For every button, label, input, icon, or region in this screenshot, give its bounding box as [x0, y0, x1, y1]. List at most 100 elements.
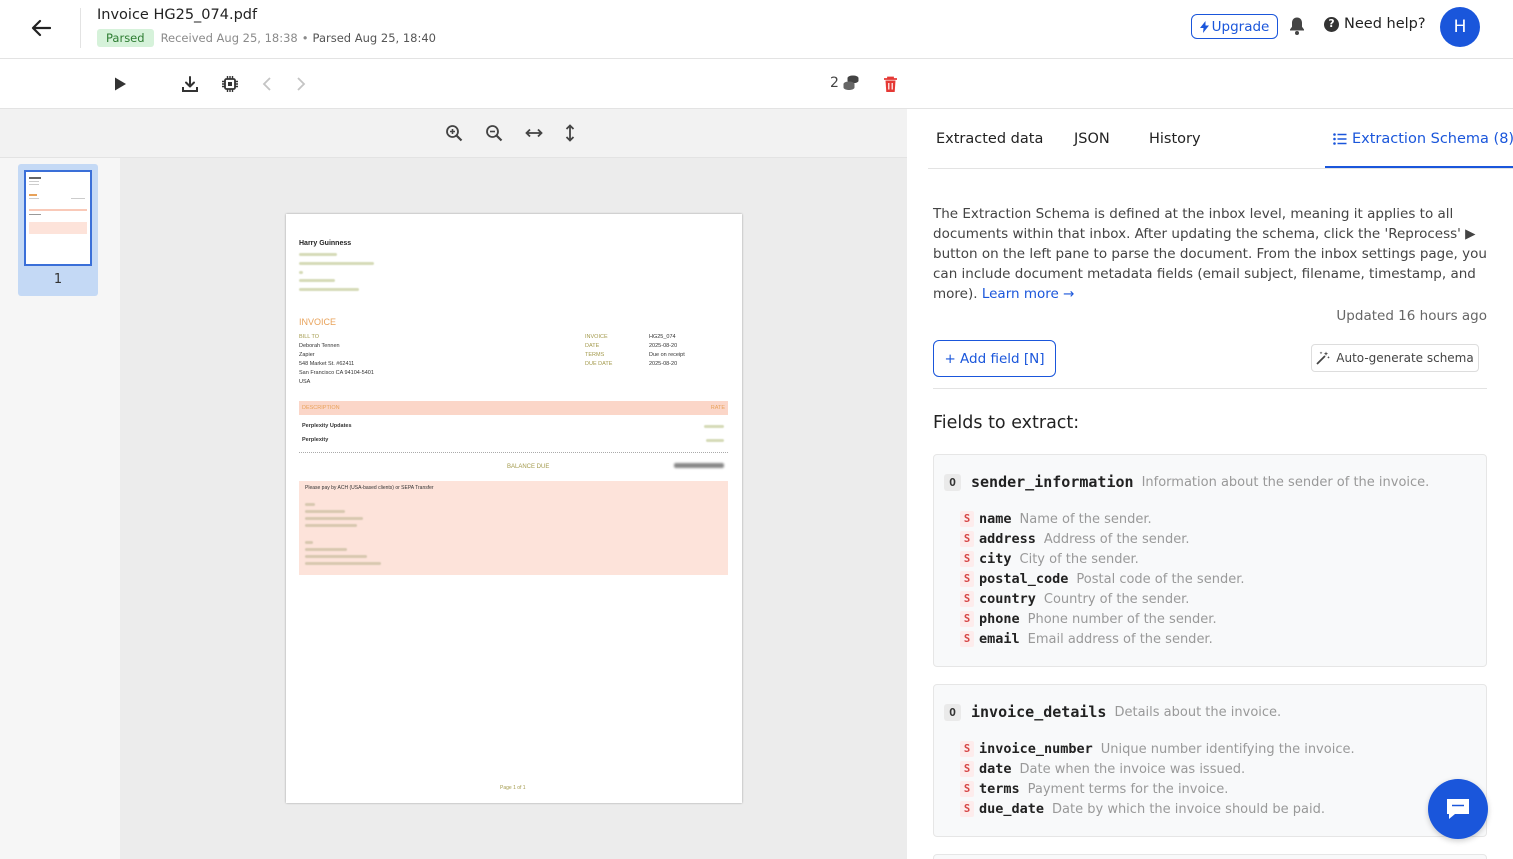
col-description: DESCRIPTION: [302, 405, 340, 411]
field-type-badge: S: [960, 611, 974, 627]
bill-to-line: Zapier: [299, 352, 315, 358]
bill-to-line: USA: [299, 379, 311, 385]
schema-field[interactable]: S address Address of the sender.: [960, 531, 1189, 547]
bill-to-label: BILL TO: [299, 334, 320, 340]
schema-field[interactable]: S date Date when the invoice was issued.: [960, 761, 1245, 777]
document-canvas: Harry Guinness INVOICE BILL TO Deborah T…: [120, 158, 907, 859]
page-thumbnail[interactable]: 1: [18, 164, 98, 296]
schema-field[interactable]: S email Email address of the sender.: [960, 631, 1213, 647]
redacted-line: [305, 548, 347, 551]
bill-to-line: Deborah Tennen: [299, 343, 340, 349]
thumbnail-image: [24, 170, 92, 266]
field-description: City of the sender.: [1019, 551, 1139, 567]
meta-value: 2025-08-20: [649, 343, 678, 349]
updated-time: Updated 16 hours ago: [1336, 308, 1487, 324]
line-item: Perplexity: [302, 437, 329, 443]
invoice-sender-name: Harry Guinness: [299, 240, 352, 247]
field-description: Email address of the sender.: [1027, 631, 1213, 647]
fit-width-button[interactable]: [524, 123, 544, 143]
object-header: O sender_information Information about t…: [944, 473, 1429, 491]
chevron-right-icon: [297, 77, 306, 91]
chip-icon: [222, 76, 238, 92]
trash-icon: [883, 76, 897, 92]
redacted-line: [299, 253, 337, 256]
tab-extracted-data[interactable]: Extracted data: [936, 131, 1043, 147]
object-name: sender_information: [971, 473, 1134, 491]
coins-icon: [843, 75, 859, 90]
learn-more-link[interactable]: Learn more →: [982, 286, 1075, 302]
auto-generate-schema-button[interactable]: Auto-generate schema: [1311, 344, 1479, 372]
meta-label: DATE: [585, 343, 600, 349]
redacted-line: [305, 555, 367, 558]
status-separator: •: [301, 31, 309, 45]
invoice-page: Harry Guinness INVOICE BILL TO Deborah T…: [286, 214, 742, 803]
tab-json[interactable]: JSON: [1074, 131, 1110, 147]
field-type-badge: S: [960, 571, 974, 587]
payment-box: Please pay by ACH (USA-based clients) or…: [299, 481, 728, 575]
fit-height-button[interactable]: [560, 123, 580, 143]
upgrade-button[interactable]: Upgrade: [1191, 14, 1278, 39]
field-name: address: [979, 531, 1036, 547]
schema-object-card[interactable]: [933, 854, 1487, 859]
schema-field[interactable]: S city City of the sender.: [960, 551, 1139, 567]
schema-field[interactable]: S name Name of the sender.: [960, 511, 1152, 527]
avatar[interactable]: H: [1440, 7, 1480, 47]
field-description: Phone number of the sender.: [1027, 611, 1217, 627]
magic-wand-icon: [1316, 351, 1331, 365]
schema-field[interactable]: S due_date Date by which the invoice sho…: [960, 801, 1325, 817]
document-title: Invoice HG25_074.pdf: [97, 7, 258, 23]
delete-button[interactable]: [879, 73, 901, 95]
section-divider: [933, 388, 1487, 389]
object-type-badge: O: [944, 473, 961, 491]
top-bar: Invoice HG25_074.pdf Parsed Received Aug…: [0, 0, 1513, 59]
redacted-line: [305, 524, 357, 527]
redacted-line: [305, 517, 363, 520]
field-name: country: [979, 591, 1036, 607]
zoom-toolbar: [0, 109, 907, 158]
model-button[interactable]: [219, 73, 241, 95]
field-name: invoice_number: [979, 741, 1093, 757]
redacted-balance: [674, 463, 724, 468]
next-document-button[interactable]: [290, 73, 312, 95]
schema-object-card[interactable]: O invoice_details Details about the invo…: [933, 684, 1487, 837]
back-arrow-icon: [31, 19, 51, 37]
reprocess-button[interactable]: [109, 73, 131, 95]
tab-extraction-schema[interactable]: Extraction Schema (8): [1333, 131, 1513, 147]
download-button[interactable]: [179, 73, 201, 95]
status-badge: Parsed: [97, 29, 154, 47]
page-footer: Page 1 of 1: [500, 785, 526, 791]
schema-object-card[interactable]: O sender_information Information about t…: [933, 454, 1487, 667]
add-field-button[interactable]: + Add field [N]: [933, 340, 1056, 377]
zoom-in-icon: [446, 125, 463, 142]
field-type-badge: S: [960, 781, 974, 797]
schema-field[interactable]: S postal_code Postal code of the sender.: [960, 571, 1244, 587]
redacted-line: [305, 503, 315, 506]
header-divider: [80, 8, 81, 48]
schema-field[interactable]: S terms Payment terms for the invoice.: [960, 781, 1228, 797]
schema-field[interactable]: S invoice_number Unique number identifyi…: [960, 741, 1355, 757]
field-name: date: [979, 761, 1012, 777]
field-name: due_date: [979, 801, 1045, 817]
previous-document-button[interactable]: [256, 73, 278, 95]
zoom-out-button[interactable]: [484, 123, 504, 143]
notifications-button[interactable]: [1288, 16, 1308, 38]
help-button[interactable]: ? Need help?: [1324, 16, 1426, 32]
credits-indicator: 2: [830, 74, 860, 91]
schema-pane: Extracted data JSON History Extraction S…: [908, 109, 1513, 859]
field-name: postal_code: [979, 571, 1069, 587]
schema-field[interactable]: S phone Phone number of the sender.: [960, 611, 1217, 627]
meta-label: TERMS: [585, 352, 605, 358]
parsed-time: Parsed Aug 25, 18:40: [312, 31, 436, 45]
field-description: Payment terms for the invoice.: [1027, 781, 1229, 797]
field-type-badge: S: [960, 551, 974, 567]
object-header: O invoice_details Details about the invo…: [944, 703, 1281, 721]
back-button[interactable]: [26, 14, 56, 42]
field-name: city: [979, 551, 1012, 567]
meta-label: INVOICE: [585, 334, 608, 340]
schema-field[interactable]: S country Country of the sender.: [960, 591, 1189, 607]
tab-history[interactable]: History: [1149, 131, 1201, 147]
zoom-in-button[interactable]: [444, 123, 464, 143]
chat-button[interactable]: [1428, 779, 1488, 839]
invoice-heading: INVOICE: [299, 317, 337, 327]
fit-width-icon: [525, 128, 543, 138]
